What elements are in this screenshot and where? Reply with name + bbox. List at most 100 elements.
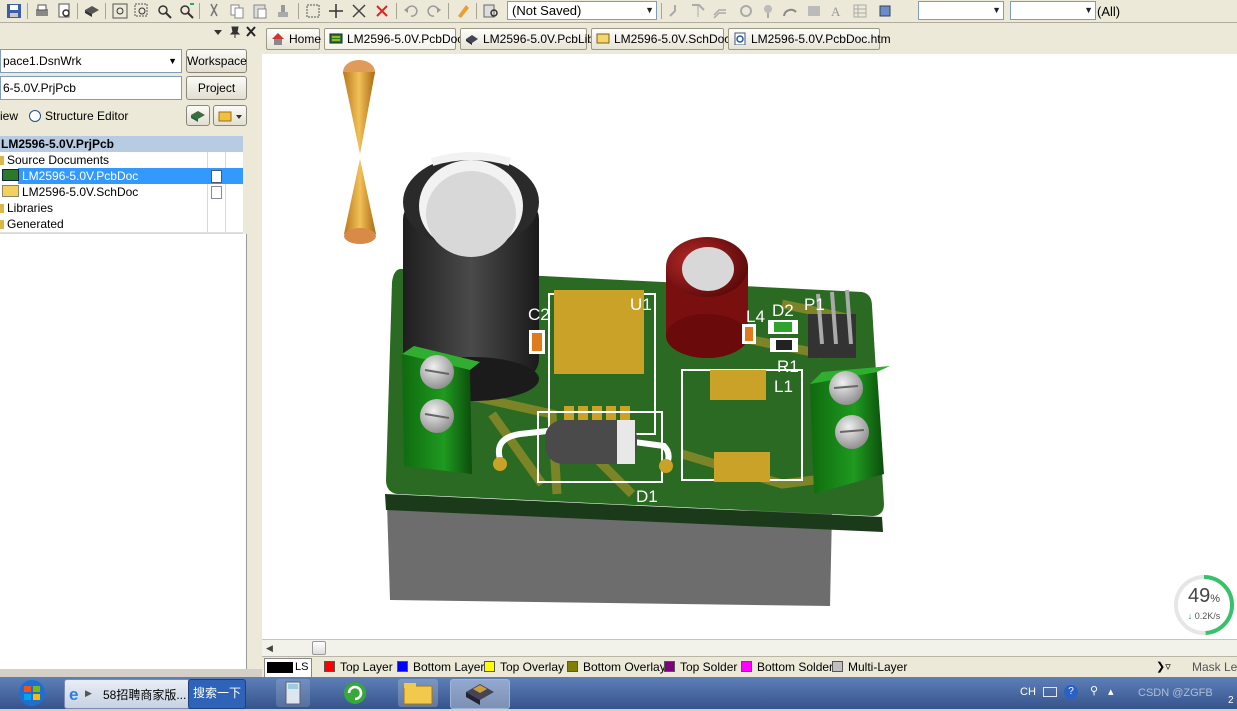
taskbar-ie-button[interactable]: e ▶ 58招聘商家版... xyxy=(64,679,190,709)
class-filter-combo[interactable]: ▼ xyxy=(918,1,1004,20)
layer-tab-bottom-layer[interactable]: Bottom Layer xyxy=(397,659,484,676)
layer-swatch xyxy=(567,661,578,672)
layer-tab-bottom-solder[interactable]: Bottom Solder xyxy=(741,659,833,676)
copy-icon[interactable] xyxy=(228,2,246,20)
project-options-button[interactable] xyxy=(213,105,247,126)
workspace-dropdown-icon[interactable]: ▼ xyxy=(168,50,177,72)
zoom-area-icon[interactable] xyxy=(133,2,151,20)
string-icon[interactable]: A xyxy=(828,2,846,20)
tray-settings-icon[interactable]: ⚲ xyxy=(1090,684,1098,697)
clear-filter-icon[interactable] xyxy=(373,2,391,20)
terminal-block-left xyxy=(402,346,480,474)
network-speed-widget[interactable]: 49% ↓ 0.2K/s xyxy=(1172,573,1236,637)
tree-item-source-documents[interactable]: Source Documents xyxy=(0,152,243,168)
print-preview-icon[interactable] xyxy=(55,2,73,20)
structure-editor-radio[interactable] xyxy=(29,110,41,122)
all-filter-label[interactable]: (All) xyxy=(1097,3,1120,20)
layer-tab-top-overlay[interactable]: Top Overlay xyxy=(484,659,564,676)
workspace-field[interactable]: pace1.DsnWrk ▼ xyxy=(0,49,182,73)
close-panel-icon[interactable] xyxy=(244,25,258,38)
paste-icon[interactable] xyxy=(251,2,269,20)
tree-project-row[interactable]: LM2596-5.0V.PrjPcb xyxy=(0,136,243,152)
3d-view-icon[interactable] xyxy=(83,2,101,20)
structure-editor-label[interactable]: Structure Editor xyxy=(45,108,128,124)
project-button[interactable]: Project xyxy=(186,76,247,100)
workspace-options-button[interactable] xyxy=(186,105,210,126)
tree-item-schdoc[interactable]: LM2596-5.0V.SchDoc xyxy=(0,184,243,200)
component-icon[interactable] xyxy=(876,2,894,20)
deselect-icon[interactable] xyxy=(350,2,368,20)
ie-arrow-icon: ▶ xyxy=(85,688,92,698)
move-icon[interactable] xyxy=(327,2,345,20)
layer-tab-bottom-overlay[interactable]: Bottom Overlay xyxy=(567,659,666,676)
tab-schdoc[interactable]: LM2596-5.0V.SchDoc xyxy=(591,28,730,50)
project-tree-empty-area xyxy=(0,234,247,669)
zoom-selected-icon[interactable] xyxy=(155,2,173,20)
tab-home[interactable]: Home xyxy=(266,28,321,50)
label-l1: L1 xyxy=(774,377,793,396)
tree-item-libraries[interactable]: Libraries xyxy=(0,200,243,216)
rubber-stamp-icon[interactable] xyxy=(274,2,292,20)
layer-scroll-icon[interactable]: ❯▿ xyxy=(1156,659,1171,676)
ie-icon: e xyxy=(69,685,79,704)
file-view-radio-label[interactable]: iew xyxy=(0,108,18,124)
pin-icon[interactable] xyxy=(228,25,242,38)
taskbar-calculator-icon[interactable] xyxy=(276,679,310,707)
layer-swatch xyxy=(832,661,843,672)
pcb-3d-render: C2 U1 D2 P1 L4 R1 L1 D1 xyxy=(343,60,890,606)
scroll-left-icon[interactable]: ◀ xyxy=(266,643,273,654)
svg-text:A: A xyxy=(831,4,841,19)
route-icon[interactable] xyxy=(667,2,685,20)
workspace-button[interactable]: Workspace xyxy=(186,49,247,73)
layer-swatch xyxy=(397,661,408,672)
mask-level-button[interactable]: Mask Lev xyxy=(1192,659,1237,676)
layer-tab-multi-layer[interactable]: Multi-Layer xyxy=(832,659,907,676)
redo-icon[interactable] xyxy=(425,2,443,20)
highlight-icon[interactable] xyxy=(454,2,472,20)
layer-tab-top-solder[interactable]: Top Solder xyxy=(664,659,737,676)
panel-menu-icon[interactable] xyxy=(212,25,224,38)
tree-item-pcbdoc[interactable]: LM2596-5.0V.PcbDoc xyxy=(0,168,243,184)
zoom-fit-icon[interactable] xyxy=(111,2,129,20)
horizontal-scrollbar[interactable]: ◀ xyxy=(262,639,1237,656)
taskbar-search-button[interactable]: 搜索一下 xyxy=(188,679,246,709)
select-area-icon[interactable] xyxy=(304,2,322,20)
visibility-filter-combo[interactable]: ▼ xyxy=(1010,1,1096,20)
label-d2: D2 xyxy=(772,301,794,320)
start-icon[interactable] xyxy=(14,679,50,707)
save-status-combo[interactable]: (Not Saved) ▼ xyxy=(507,1,657,20)
route-multiple-icon[interactable] xyxy=(689,2,707,20)
layer-set-button[interactable]: LS xyxy=(264,658,312,678)
zoom-filtered-icon[interactable] xyxy=(177,2,195,20)
tab-pcbdoc-htm[interactable]: LM2596-5.0V.PcbDoc.htm xyxy=(728,28,891,50)
via-icon[interactable] xyxy=(759,2,777,20)
scroll-thumb[interactable] xyxy=(312,641,326,655)
diff-pair-icon[interactable] xyxy=(711,2,729,20)
tray-expand-icon[interactable]: ▴ xyxy=(1108,685,1114,698)
speed-rate: 0.2K/s xyxy=(1194,611,1221,621)
taskbar-altium-icon[interactable] xyxy=(450,679,510,709)
keyboard-icon[interactable] xyxy=(1043,687,1057,697)
clock[interactable]: 2 xyxy=(1228,695,1234,706)
cut-icon[interactable] xyxy=(205,2,223,20)
layer-swatch xyxy=(741,661,752,672)
taskbar-refresh-icon[interactable] xyxy=(338,679,372,707)
save-icon[interactable] xyxy=(5,2,23,20)
project-field[interactable]: 6-5.0V.PrjPcb xyxy=(0,76,182,100)
print-icon[interactable] xyxy=(33,2,51,20)
tab-pcbdoc[interactable]: LM2596-5.0V.PcbDoc xyxy=(324,28,463,50)
layer-tab-top-layer[interactable]: Top Layer xyxy=(324,659,393,676)
tab-pcblib[interactable]: LM2596-5.0V.PcbLib xyxy=(460,28,594,50)
pad-icon[interactable] xyxy=(737,2,755,20)
tree-item-generated[interactable]: Generated xyxy=(0,216,243,233)
help-icon[interactable]: ? xyxy=(1064,685,1078,699)
arc-icon[interactable] xyxy=(781,2,799,20)
browse-components-icon[interactable] xyxy=(482,2,500,20)
pcb-3d-viewport[interactable]: C2 U1 D2 P1 L4 R1 L1 D1 xyxy=(262,54,1237,639)
fill-icon[interactable] xyxy=(805,2,823,20)
html-report-icon xyxy=(734,32,746,45)
language-indicator[interactable]: CH xyxy=(1020,686,1036,698)
table-icon[interactable] xyxy=(851,2,869,20)
undo-icon[interactable] xyxy=(402,2,420,20)
taskbar-explorer-icon[interactable] xyxy=(398,679,438,707)
